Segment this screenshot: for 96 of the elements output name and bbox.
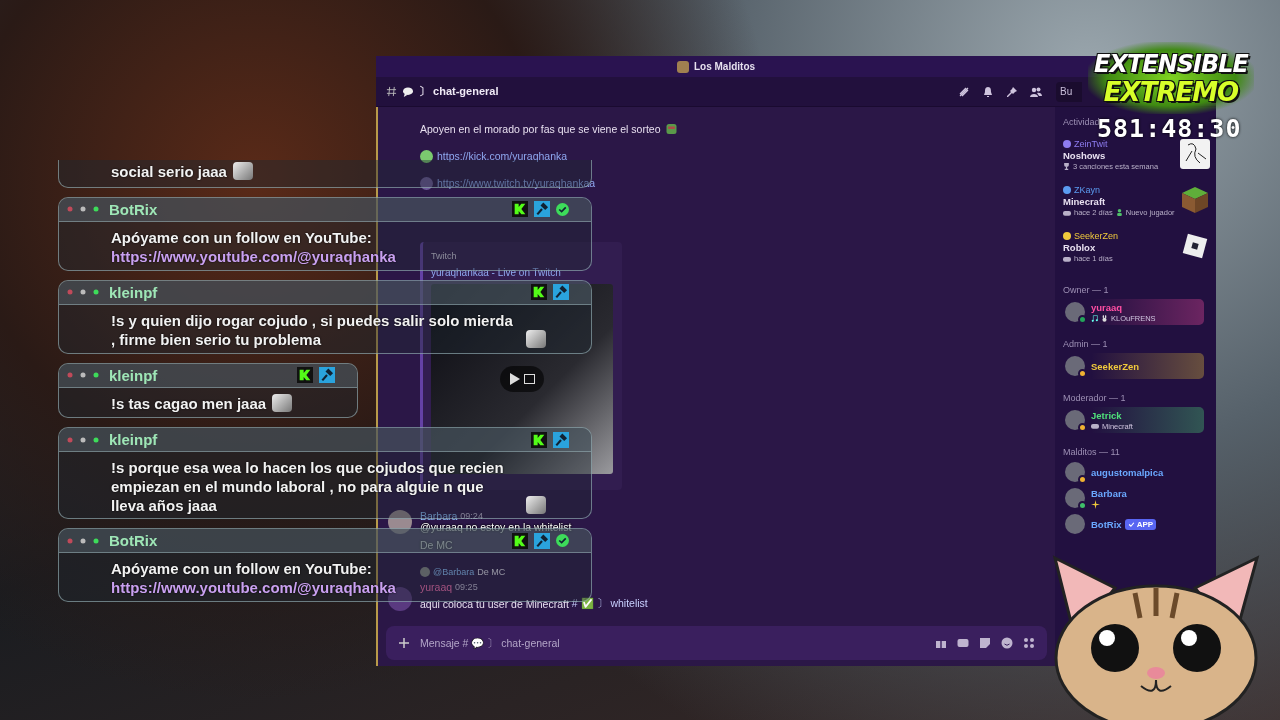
chat-message: Apóyame con un follow en YouTube:	[111, 559, 372, 579]
gif-icon[interactable]	[957, 637, 969, 649]
speech-bubble-icon	[403, 86, 413, 97]
member-name[interactable]: Barbara	[1091, 487, 1127, 499]
member-name[interactable]: SeekerZen	[1091, 360, 1140, 372]
activity-user[interactable]: SeekerZen	[1074, 231, 1119, 241]
member-banner[interactable]: SeekerZen	[1063, 353, 1204, 379]
member-name[interactable]: BotRix	[1091, 518, 1122, 530]
message-time: 09:25	[455, 582, 478, 592]
channel-name: 〕 chat-general	[419, 84, 499, 99]
window-dots-icon	[67, 289, 101, 296]
avatar	[388, 510, 412, 534]
message-text: @yuraaq no estoy en la whitelist	[420, 521, 572, 533]
message-text: De MC	[420, 539, 453, 551]
activity-user[interactable]: ZeinTwit	[1074, 139, 1108, 149]
play-button[interactable]	[500, 366, 544, 392]
kick-logo-icon	[297, 367, 313, 383]
section-heading: Malditos — 11	[1063, 447, 1121, 457]
member-row[interactable]: BotRix APP	[1063, 513, 1204, 535]
window-dots-icon	[67, 206, 101, 213]
emoji-icon[interactable]	[1001, 637, 1013, 649]
message-composer[interactable]: Mensaje # 💬 〕 chat-general	[386, 626, 1047, 660]
search-field[interactable]: Bu	[1056, 81, 1082, 102]
pin-icon[interactable]	[1006, 85, 1018, 98]
hammer-icon	[534, 201, 550, 218]
hammer-icon	[553, 284, 569, 301]
kick-logo-icon	[512, 201, 528, 218]
chat-link[interactable]: https://www.youtube.com/@yuraqhanka	[111, 246, 396, 266]
kick-logo-icon	[531, 284, 547, 301]
hash-icon	[386, 86, 397, 97]
embed-provider: Twitch	[431, 251, 457, 261]
window-dots-icon	[67, 372, 101, 378]
chat-username: kleinpf	[109, 283, 158, 301]
channel-mention[interactable]: # ✅ 〕 whitelist	[571, 597, 648, 611]
reply-text: De MC	[477, 567, 506, 577]
sketch-thumbnail	[1180, 139, 1210, 169]
activity-title: Roblox	[1063, 242, 1096, 253]
message-link[interactable]: https://kick.com/yuraqhanka	[437, 150, 568, 162]
hammer-icon	[534, 532, 550, 549]
avatar	[1065, 514, 1085, 534]
activity-title: Noshows	[1063, 150, 1106, 161]
member-name[interactable]: yuraaq	[1091, 301, 1123, 313]
chat-username: BotRix	[109, 200, 158, 218]
activity-user[interactable]: ZKayn	[1074, 185, 1100, 195]
app-badge: APP	[1124, 518, 1157, 530]
popout-icon	[523, 374, 535, 384]
person-icon	[1115, 209, 1123, 216]
member-row[interactable]: augustomalpica	[1063, 461, 1204, 483]
server-icon	[676, 60, 689, 73]
section-heading: Moderador — 1	[1063, 393, 1127, 403]
verified-check-icon	[556, 534, 569, 548]
chat-message: !s y quien dijo rogar cojudo , si puedes salir solo mierda , firme bien serio tu problema	[111, 310, 514, 349]
play-icon	[509, 373, 520, 385]
grass-block-icon	[1180, 185, 1210, 215]
chat-message: social serio jaaa	[111, 162, 227, 181]
window-dots-icon	[67, 436, 101, 443]
trophy-icon	[1063, 163, 1070, 170]
music-note-icon	[1091, 314, 1098, 322]
logo-text: EXTENSIBLE	[1094, 50, 1248, 78]
reply-author[interactable]: @Barbara	[433, 567, 475, 577]
emote-icon	[664, 124, 678, 134]
window-dots-icon	[67, 537, 101, 544]
message-input[interactable]: Mensaje # 💬 〕 chat-general	[420, 637, 925, 649]
video-placeholder[interactable]	[431, 284, 613, 474]
sticker-icon[interactable]	[979, 637, 991, 649]
bell-icon[interactable]	[982, 85, 994, 98]
members-icon[interactable]	[1030, 85, 1042, 98]
chat-link[interactable]: https://www.youtube.com/@yuraqhanka	[111, 578, 396, 598]
hammer-icon	[319, 367, 335, 383]
apps-icon[interactable]	[1023, 637, 1035, 649]
section-heading: Actividad	[1063, 117, 1100, 127]
chat-message: Apóyame con un follow en YouTube:	[111, 227, 372, 247]
section-heading: Admin — 1	[1063, 339, 1109, 349]
chat-username: kleinpf	[109, 431, 158, 449]
member-name[interactable]: augustomalpica	[1091, 466, 1164, 478]
logo-text: EXTREMO	[1103, 78, 1239, 106]
threads-icon[interactable]	[958, 85, 970, 98]
activity-title: Minecraft	[1063, 196, 1106, 207]
bunny-icon	[1101, 314, 1108, 322]
chat-message: !s tas cagao men jaaa	[111, 393, 267, 413]
gamepad-icon	[1063, 254, 1071, 263]
verified-check-icon	[556, 202, 569, 216]
window-title: Los Malditos	[693, 61, 756, 72]
member-row[interactable]: Barbara	[1063, 487, 1204, 509]
section-heading: Owner — 1	[1063, 285, 1110, 295]
chat-username: BotRix	[109, 532, 158, 550]
check-icon	[1127, 520, 1135, 528]
message-text: aqui coloca tu user de Minecraft	[420, 598, 569, 610]
avatar	[420, 567, 430, 577]
message-text: Apoyen en el morado por fas que se viene el sorteo	[420, 123, 661, 135]
gamepad-icon	[1091, 422, 1099, 430]
member-name[interactable]: Jetrick	[1091, 409, 1122, 421]
kick-logo-icon	[512, 532, 528, 549]
plus-icon[interactable]	[398, 637, 410, 649]
gamepad-icon	[1063, 208, 1071, 217]
chat-username: kleinpf	[109, 366, 158, 384]
